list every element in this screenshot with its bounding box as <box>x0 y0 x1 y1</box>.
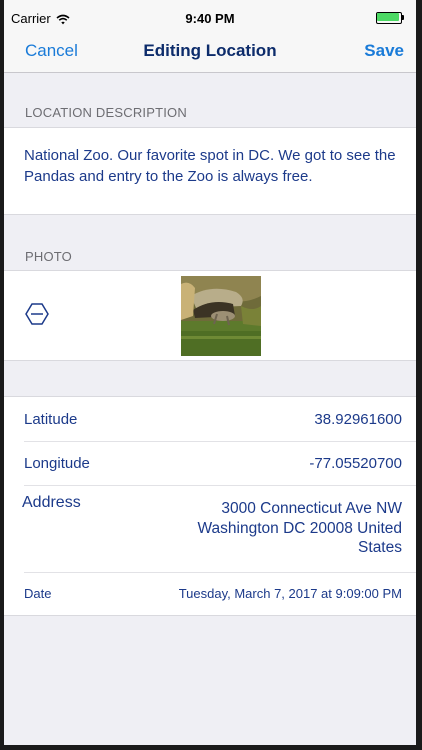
date-value: Tuesday, March 7, 2017 at 9:09:00 PM <box>178 586 402 601</box>
date-row[interactable]: Date Tuesday, March 7, 2017 at 9:09:00 P… <box>4 573 416 615</box>
address-line: States <box>358 539 402 556</box>
description-section-header: LOCATION DESCRIPTION <box>25 105 187 120</box>
address-value: 3000 Connecticut Ave NW Washington DC 20… <box>198 499 403 558</box>
latitude-row[interactable]: Latitude 38.92961600 <box>4 397 416 441</box>
longitude-label: Longitude <box>24 455 90 472</box>
details-group: Latitude 38.92961600 Longitude -77.05520… <box>4 396 416 616</box>
remove-circle-icon[interactable] <box>25 302 49 331</box>
description-text[interactable]: National Zoo. Our favorite spot in DC. W… <box>24 145 404 187</box>
navigation-bar: Cancel Editing Location Save <box>4 34 416 73</box>
screen: Carrier 9:40 PM Cancel Editing Location … <box>4 0 416 745</box>
photo-section-header: PHOTO <box>25 249 72 264</box>
save-button[interactable]: Save <box>364 41 404 61</box>
status-bar: Carrier 9:40 PM <box>4 0 416 34</box>
longitude-value: -77.05520700 <box>309 455 402 472</box>
address-row[interactable]: Address 3000 Connecticut Ave NW Washingt… <box>4 486 416 572</box>
longitude-row[interactable]: Longitude -77.05520700 <box>4 442 416 485</box>
page-title: Editing Location <box>143 41 277 60</box>
location-photo[interactable] <box>181 276 261 356</box>
description-cell[interactable]: National Zoo. Our favorite spot in DC. W… <box>4 127 416 215</box>
latitude-value: 38.92961600 <box>314 411 402 428</box>
photo-cell <box>4 270 416 361</box>
clock: 9:40 PM <box>185 11 235 26</box>
date-label: Date <box>24 586 52 601</box>
address-line: 3000 Connecticut Ave NW <box>221 500 402 517</box>
address-line: Washington DC 20008 United <box>197 519 403 537</box>
latitude-label: Latitude <box>24 411 78 428</box>
battery-icon <box>376 12 406 24</box>
address-label: Address <box>22 494 81 511</box>
